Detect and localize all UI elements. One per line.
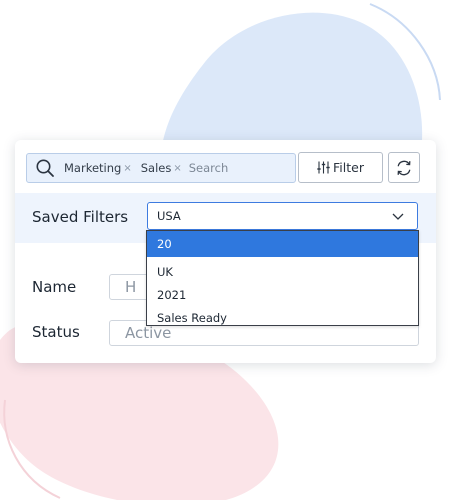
sliders-icon — [317, 161, 330, 174]
filter-chip-marketing: Marketing × — [64, 161, 132, 175]
dropdown-option-2021[interactable]: 2021 — [147, 283, 418, 307]
dropdown-option-uk[interactable]: UK — [147, 257, 418, 283]
saved-filters-select[interactable]: USA — [147, 202, 418, 230]
chip-remove-button[interactable]: × — [173, 163, 181, 174]
saved-filters-selected-value: USA — [157, 209, 181, 223]
filter-chip-sales: Sales × — [141, 161, 182, 175]
refresh-button[interactable] — [388, 152, 420, 183]
dropdown-option-sales-ready[interactable]: Sales Ready — [147, 307, 418, 331]
chip-remove-button[interactable]: × — [123, 163, 131, 174]
saved-filters-label: Saved Filters — [32, 208, 129, 226]
saved-filters-dropdown: 20 UK 2021 Sales Ready — [146, 230, 419, 326]
name-label: Name — [32, 278, 77, 296]
filter-button[interactable]: Filter — [298, 152, 383, 183]
dropdown-option-20[interactable]: 20 — [147, 231, 418, 257]
search-bar[interactable]: Marketing × Sales × — [26, 153, 296, 183]
search-icon — [36, 159, 54, 177]
refresh-icon — [397, 160, 411, 175]
name-field-value: H — [125, 278, 137, 296]
status-label: Status — [32, 323, 80, 341]
chip-label: Sales — [140, 161, 172, 175]
chip-label: Marketing — [64, 161, 122, 175]
chevron-down-icon — [392, 213, 404, 220]
search-input[interactable] — [188, 161, 261, 175]
filter-button-label: Filter — [333, 160, 364, 175]
